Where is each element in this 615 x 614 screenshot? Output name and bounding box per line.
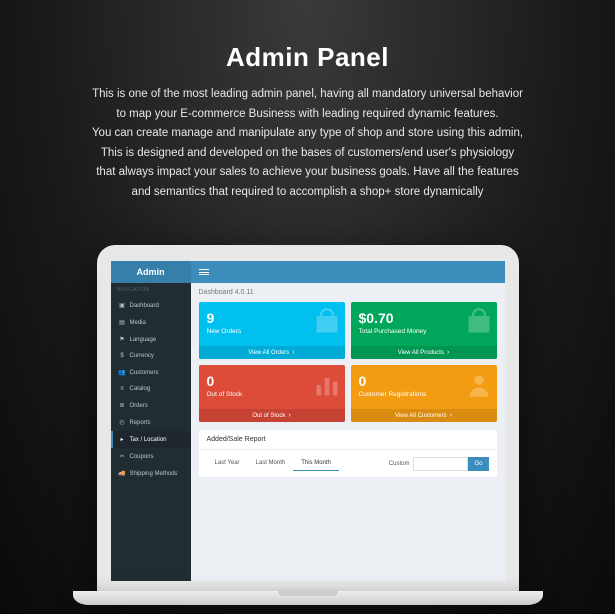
sidebar-item-catalog[interactable]: ≡ Catalog: [111, 381, 191, 397]
stat-card-3: 0Customer RegistrationsView All Customer…: [351, 365, 497, 422]
coupons-icon: ✂: [119, 453, 126, 460]
bars-icon: [313, 371, 341, 401]
sidebar-item-label: Dashboard: [130, 303, 159, 309]
stats-cards-grid: 9New OrdersView All Orders ›$0.70Total P…: [199, 302, 497, 422]
shipping-methods-icon: 🚚: [119, 470, 126, 477]
nav-section-header: NAVIGATION: [111, 283, 191, 297]
menu-toggle-icon[interactable]: [199, 269, 209, 275]
stat-card-0: 9New OrdersView All Orders ›: [199, 302, 345, 359]
sidebar-item-label: Currency: [130, 353, 154, 359]
sidebar-nav: NAVIGATION ▣ Dashboard ▤ Media ⚑ Language $ Cur…: [111, 283, 191, 581]
sidebar-item-label: Media: [130, 320, 146, 326]
tab-last-month[interactable]: Last Month: [248, 456, 294, 471]
custom-date-input[interactable]: [413, 457, 468, 471]
sidebar-item-tax-location[interactable]: ▸ Tax / Location: [111, 431, 191, 448]
language-icon: ⚑: [119, 336, 126, 343]
sidebar-item-customers[interactable]: 👥 Customers: [111, 364, 191, 381]
laptop-base: [73, 591, 543, 605]
go-button[interactable]: Go: [468, 457, 488, 471]
sidebar-item-currency[interactable]: $ Currency: [111, 348, 191, 364]
arrow-right-icon: ›: [450, 412, 452, 419]
breadcrumb: Dashboard 4.0.11: [199, 289, 497, 296]
tab-last-year[interactable]: Last Year: [207, 456, 248, 471]
sidebar-item-label: Language: [130, 337, 157, 343]
stat-card-2: 0Out of StockOut of Stock ›: [199, 365, 345, 422]
top-navbar: [191, 261, 505, 283]
page-title: Admin Panel: [0, 0, 615, 73]
stat-footer-link[interactable]: Out of Stock ›: [199, 409, 345, 422]
dashboard-icon: ▣: [119, 302, 126, 309]
person-icon: [465, 371, 493, 401]
sidebar-item-label: Reports: [130, 420, 151, 426]
brand-logo[interactable]: Admin: [111, 261, 191, 283]
sidebar-item-label: Orders: [130, 403, 148, 409]
catalog-icon: ≡: [119, 386, 126, 392]
tab-this-month[interactable]: This Month: [293, 456, 339, 471]
arrow-right-icon: ›: [292, 349, 294, 356]
report-panel: Added/Sale Report Last Year Last Month T…: [199, 430, 497, 477]
bag-icon: [465, 308, 493, 338]
sidebar-item-coupons[interactable]: ✂ Coupons: [111, 448, 191, 465]
arrow-right-icon: ›: [447, 349, 449, 356]
stat-footer-link[interactable]: View All Products ›: [351, 346, 497, 359]
sidebar-item-language[interactable]: ⚑ Language: [111, 331, 191, 348]
sidebar-item-label: Shipping Methods: [130, 471, 178, 477]
tax-location-icon: ▸: [119, 436, 126, 443]
sidebar-item-shipping-methods[interactable]: 🚚 Shipping Methods: [111, 465, 191, 482]
custom-label: Custom: [389, 461, 410, 467]
main-content: Dashboard 4.0.11 9New OrdersView All Ord…: [191, 283, 505, 581]
bag-icon: [313, 308, 341, 338]
orders-icon: ≣: [119, 402, 126, 409]
admin-app-screen: Admin NAVIGATION ▣ Dashboard ▤ Media ⚑ Langua…: [111, 261, 505, 581]
sidebar-item-label: Catalog: [130, 386, 151, 392]
laptop-mockup: Admin NAVIGATION ▣ Dashboard ▤ Media ⚑ Langua…: [97, 245, 519, 605]
sidebar-item-label: Tax / Location: [130, 437, 167, 443]
sidebar-item-dashboard[interactable]: ▣ Dashboard: [111, 297, 191, 314]
media-icon: ▤: [119, 319, 126, 326]
stat-footer-link[interactable]: View All Orders ›: [199, 346, 345, 359]
stat-card-1: $0.70Total Purchased MoneyView All Produ…: [351, 302, 497, 359]
report-title: Added/Sale Report: [199, 430, 497, 450]
reports-icon: ◴: [119, 419, 126, 426]
customers-icon: 👥: [119, 369, 126, 376]
stat-footer-link[interactable]: View All Customers ›: [351, 409, 497, 422]
sidebar-item-reports[interactable]: ◴ Reports: [111, 414, 191, 431]
arrow-right-icon: ›: [288, 412, 290, 419]
sidebar-item-label: Customers: [130, 370, 159, 376]
sidebar-item-label: Coupons: [130, 454, 154, 460]
currency-icon: $: [119, 353, 126, 359]
sidebar-item-media[interactable]: ▤ Media: [111, 314, 191, 331]
sidebar-item-orders[interactable]: ≣ Orders: [111, 397, 191, 414]
page-description: This is one of the most leading admin pa…: [0, 73, 615, 202]
